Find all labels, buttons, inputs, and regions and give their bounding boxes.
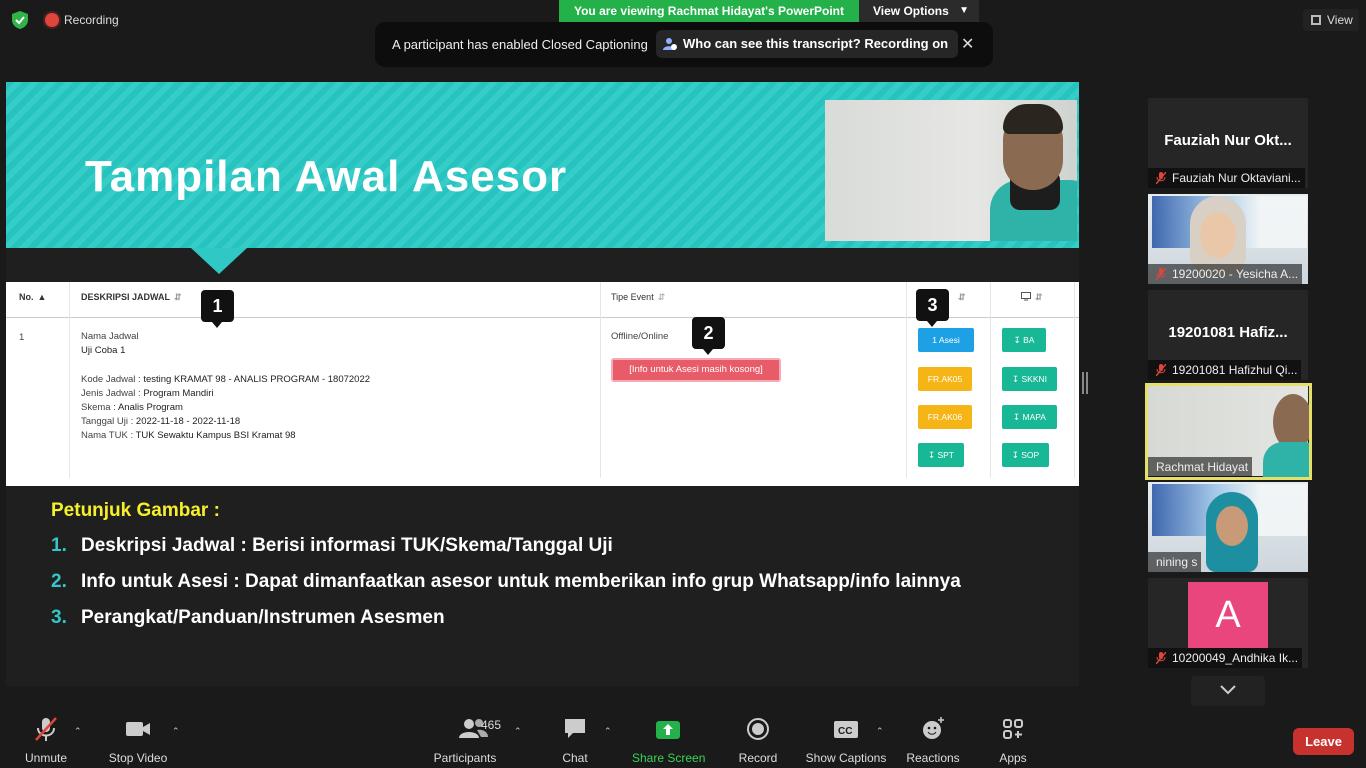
reactions-icon <box>923 717 944 739</box>
marker-3: 3 <box>916 289 949 327</box>
banner-pointer <box>191 248 247 274</box>
share-screen-icon <box>656 721 680 739</box>
monitor-icon <box>1021 292 1031 301</box>
muted-mic-icon <box>1156 364 1166 376</box>
participant-tile[interactable]: A 10200049_Andhika Ik... <box>1148 578 1308 668</box>
grid-icon <box>1311 15 1321 25</box>
share-screen-button[interactable]: Share Screen <box>632 716 705 765</box>
header-deskripsi[interactable]: DESKRIPSI JADWAL ⇵ <box>81 292 182 303</box>
chat-button[interactable]: Chat <box>556 716 594 765</box>
participant-tile[interactable]: nining s <box>1148 482 1308 572</box>
chevron-down-icon: ▼ <box>959 5 969 16</box>
tipe-event-value: Offline/Online <box>611 331 669 342</box>
instruction-item: 1. Deskripsi Jadwal : Berisi informasi TU… <box>51 535 613 556</box>
participant-tile[interactable]: 19201081 Hafiz... 19201081 Hafizhul Qi..… <box>1148 290 1308 380</box>
marker-1: 1 <box>201 290 234 328</box>
transcript-info-button[interactable]: Who can see this transcript? Recording o… <box>656 30 959 58</box>
show-captions-button[interactable]: CC Show Captions <box>804 716 888 765</box>
shared-slide: Tampilan Awal Asesor No. ▲ DESKRIPSI JADW… <box>6 82 1079 686</box>
recording-label[interactable]: Recording <box>64 13 119 27</box>
fr-ak05-button[interactable]: FR.AK05 <box>918 367 972 391</box>
recording-icon[interactable] <box>45 13 59 27</box>
captions-options-caret[interactable]: ⌃ <box>876 726 884 737</box>
audio-options-caret[interactable]: ⌃ <box>74 726 82 737</box>
avatar: A <box>1188 582 1268 648</box>
viewing-banner: You are viewing Rachmat Hidayat's PowerP… <box>559 0 859 22</box>
record-icon <box>747 718 769 740</box>
record-button[interactable]: Record <box>736 716 780 765</box>
caption-message: A participant has enabled Closed Caption… <box>392 37 648 52</box>
sop-button[interactable]: ↧ SOP <box>1002 443 1049 467</box>
stop-video-button[interactable]: Stop Video <box>104 716 172 765</box>
nama-tuk: Nama TUK : TUK Sewaktu Kampus BSI Kramat… <box>81 430 296 441</box>
shield-icon[interactable] <box>12 11 28 29</box>
petunjuk-title: Petunjuk Gambar : <box>51 500 220 521</box>
meeting-toolbar: Unmute ⌃ Stop Video ⌃ 465 Participants ⌃… <box>0 708 1366 768</box>
closed-captions-icon: CC <box>834 721 858 738</box>
participant-tile[interactable]: 19200020 - Yesicha A... <box>1148 194 1308 284</box>
participant-name-large: 19201081 Hafiz... <box>1168 324 1288 341</box>
participant-caption: 10200049_Andhika Ik... <box>1148 648 1303 668</box>
participant-name-large: Fauziah Nur Okt... <box>1164 132 1292 149</box>
participants-options-caret[interactable]: ⌃ <box>514 726 522 737</box>
skkni-button[interactable]: ↧ SKKNI <box>1002 367 1057 391</box>
apps-button[interactable]: Apps <box>994 716 1032 765</box>
video-options-caret[interactable]: ⌃ <box>172 726 180 737</box>
tanggal-uji: Tanggal Uji : 2022-11-18 - 2022-11-18 <box>81 416 241 427</box>
row-number: 1 <box>19 332 25 343</box>
gallery-scroll-down-button[interactable] <box>1191 676 1265 706</box>
chat-options-caret[interactable]: ⌃ <box>604 726 612 737</box>
participant-caption: 19200020 - Yesicha A... <box>1148 264 1303 284</box>
header-tipe-event[interactable]: Tipe Event ⇵ <box>611 292 665 303</box>
participant-caption: Fauziah Nur Oktaviani... <box>1148 168 1305 188</box>
header-sort-icon[interactable]: ⇵ <box>954 292 966 303</box>
participant-tile[interactable]: Fauziah Nur Okt... Fauziah Nur Oktaviani… <box>1148 98 1308 188</box>
chevron-down-icon <box>1220 685 1236 695</box>
leave-button[interactable]: Leave <box>1293 728 1354 755</box>
view-label: View <box>1327 13 1353 27</box>
person-info-icon <box>663 38 677 50</box>
view-options-button[interactable]: View Options ▼ <box>859 0 979 22</box>
header-no[interactable]: No. ▲ <box>19 292 46 302</box>
jenis-jadwal: Jenis Jadwal : Program Mandiri <box>81 388 214 399</box>
split-resize-handle[interactable] <box>1082 372 1088 394</box>
video-camera-icon <box>126 722 150 736</box>
asesi-button[interactable]: 1 Asesi <box>918 328 974 352</box>
view-button[interactable]: View <box>1303 9 1359 31</box>
view-options-label: View Options <box>873 4 949 18</box>
marker-2: 2 <box>692 317 725 355</box>
header-monitor[interactable]: ⇵ <box>1021 292 1043 303</box>
unmute-button[interactable]: Unmute <box>20 716 72 765</box>
skema: Skema : Analis Program <box>81 402 183 413</box>
reactions-button[interactable]: Reactions <box>904 716 962 765</box>
chat-icon <box>565 719 585 738</box>
participants-count: 465 <box>481 718 502 732</box>
muted-mic-icon <box>1156 652 1166 664</box>
participants-button[interactable]: 465 Participants <box>430 716 502 765</box>
participant-caption: nining s <box>1148 552 1202 572</box>
mapa-button[interactable]: ↧ MAPA <box>1002 405 1057 429</box>
slide-title: Tampilan Awal Asesor <box>85 152 568 201</box>
apps-icon <box>1003 719 1023 739</box>
close-icon[interactable]: ✕ <box>961 34 974 54</box>
muted-mic-icon <box>35 717 57 741</box>
presenter-video <box>825 100 1077 241</box>
kode-jadwal: Kode Jadwal : testing KRAMAT 98 - ANALIS… <box>81 374 371 385</box>
nama-jadwal-label: Nama Jadwal <box>81 331 139 342</box>
info-asesi-badge: [Info untuk Asesi masih kosong] <box>611 358 781 382</box>
muted-mic-icon <box>1156 268 1166 280</box>
nama-jadwal-value: Uji Coba 1 <box>81 345 126 356</box>
caption-notification: A participant has enabled Closed Caption… <box>375 22 993 67</box>
svg-text:CC: CC <box>838 726 852 737</box>
fr-ak06-button[interactable]: FR.AK06 <box>918 405 972 429</box>
instruction-item: 3. Perangkat/Panduan/Instrumen Asesmen <box>51 607 445 628</box>
participant-caption: 19201081 Hafizhul Qi... <box>1148 360 1302 380</box>
transcript-info-label: Who can see this transcript? Recording o… <box>683 36 949 51</box>
muted-mic-icon <box>1156 172 1166 184</box>
participant-caption: Rachmat Hidayat <box>1148 457 1253 477</box>
spt-button[interactable]: ↧ SPT <box>918 443 964 467</box>
ba-button[interactable]: ↧ BA <box>1002 328 1046 352</box>
active-speaker-tile[interactable]: Rachmat Hidayat <box>1145 383 1312 480</box>
instruction-item: 2. Info untuk Asesi : Dapat dimanfaatkan … <box>51 571 961 592</box>
